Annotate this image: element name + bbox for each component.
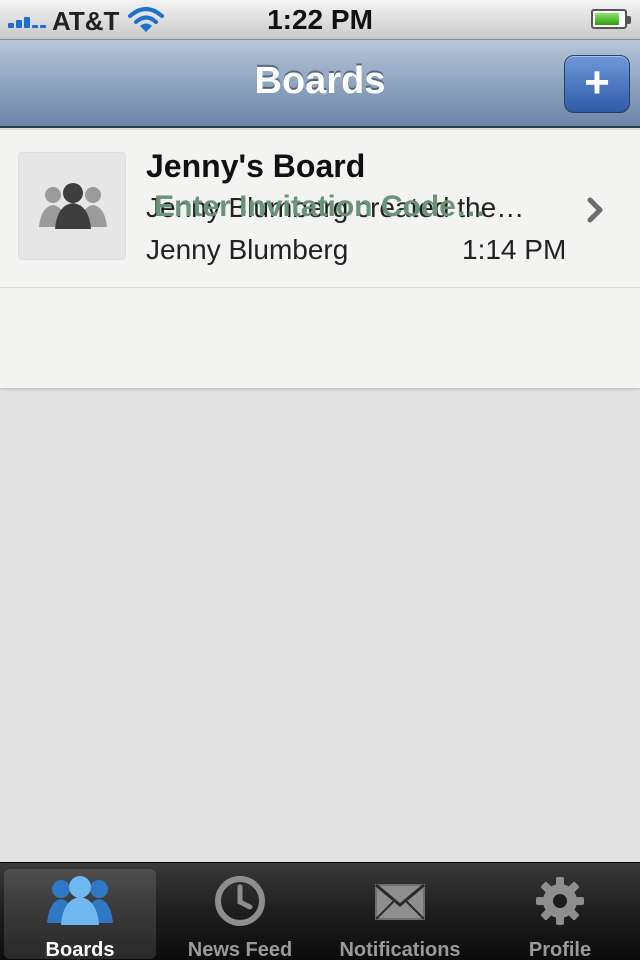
board-timestamp: 1:14 PM — [462, 234, 567, 265]
boards-list: Jenny's Board Jenny Blumberg created the… — [0, 130, 640, 388]
status-bar: AT&T 1:22 PM — [0, 0, 640, 40]
board-title: Jenny's Board — [146, 148, 366, 184]
invitation-row — [0, 289, 640, 388]
tab-label: Profile — [528, 939, 592, 960]
navigation-bar: Boards + — [0, 40, 640, 128]
people-icon — [47, 876, 113, 925]
tab-label: Notifications — [339, 939, 461, 960]
tab-news-feed[interactable]: News Feed — [164, 869, 316, 960]
tab-bar: Boards News Feed Notifications Profile — [0, 862, 640, 960]
tab-notifications[interactable]: Notifications — [324, 869, 476, 960]
tab-boards[interactable]: Boards — [4, 869, 156, 960]
gear-icon — [536, 877, 584, 925]
battery-icon — [591, 9, 631, 29]
page-title: Boards — [254, 60, 386, 102]
clock-icon — [215, 876, 265, 926]
tab-label: News Feed — [187, 939, 293, 960]
board-author: Jenny Blumberg — [146, 234, 349, 265]
enter-invitation-code-button[interactable]: Enter Invitation Code… — [0, 190, 640, 224]
add-board-button[interactable]: + — [564, 55, 630, 113]
status-clock: 1:22 PM — [267, 4, 373, 35]
tab-label: Boards — [45, 939, 115, 960]
envelope-icon — [375, 883, 425, 920]
tab-profile[interactable]: Profile — [484, 869, 636, 960]
